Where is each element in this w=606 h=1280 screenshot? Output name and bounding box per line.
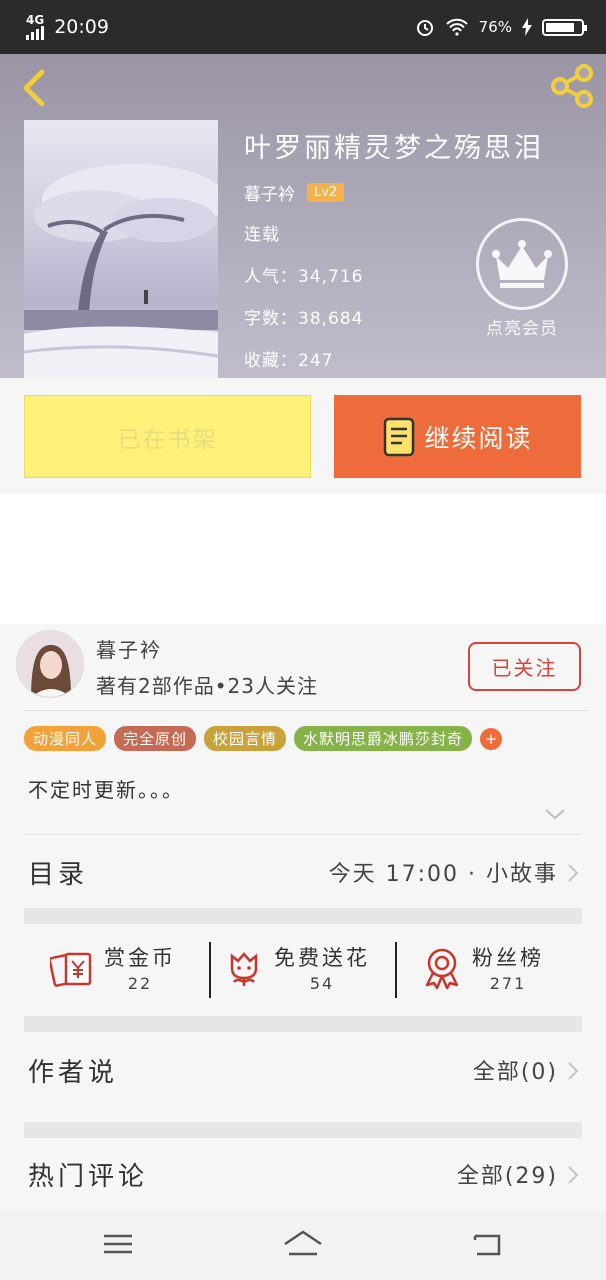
rewards-bar: 赏金币 22 免费送花 54 粉丝榜 271 — [0, 924, 606, 1016]
battery-icon — [542, 18, 587, 36]
cover-illustration — [24, 164, 218, 378]
word-count-stat: 字数：38,684 — [244, 304, 363, 329]
status-bar: 4G 20:09 76% — [0, 0, 606, 54]
vip-circle — [476, 218, 568, 310]
charging-icon — [522, 18, 532, 36]
section-divider — [24, 1016, 582, 1032]
alarm-icon — [416, 20, 433, 36]
favorites-value: 247 — [298, 351, 334, 371]
popularity-stat: 人气：34,716 — [244, 262, 363, 287]
send-flower-button[interactable]: 免费送花 54 — [224, 942, 370, 993]
level-badge: Lv2 — [307, 183, 345, 202]
return-icon[interactable] — [467, 1228, 507, 1260]
ribbon-medal-icon — [425, 948, 459, 989]
reward-label: 赏金币 — [104, 946, 176, 970]
chevron-right-icon — [568, 1062, 579, 1080]
tag-item[interactable]: 完全原创 — [114, 726, 197, 751]
tag-item[interactable]: 校园言情 — [204, 726, 287, 751]
home-icon[interactable] — [283, 1228, 323, 1260]
popularity-label: 人气： — [244, 267, 298, 287]
flower-icon — [230, 951, 258, 986]
author-says-link: 全部(0) — [472, 1060, 558, 1085]
section-divider — [24, 908, 582, 924]
chevron-right-icon — [568, 864, 579, 882]
book-cover[interactable] — [24, 120, 218, 378]
blank-area — [0, 494, 606, 624]
reward-label: 免费送花 — [274, 946, 370, 970]
section-divider — [24, 1122, 582, 1138]
battery-percent: 76% — [478, 18, 512, 36]
vip-label: 点亮会员 — [486, 319, 558, 339]
reward-label: 粉丝榜 — [472, 946, 544, 970]
menu-icon[interactable] — [98, 1228, 138, 1260]
more-tags-button[interactable]: + — [480, 727, 503, 750]
book-icon — [384, 417, 415, 456]
divider — [24, 710, 589, 711]
serial-status: 连载 — [244, 225, 280, 245]
book-author-line: 暮子衿 Lv2 — [244, 180, 345, 205]
book-title: 叶罗丽精灵梦之殇思泪 — [244, 133, 544, 164]
separator — [395, 942, 397, 998]
book-author[interactable]: 暮子衿 — [244, 180, 295, 205]
popularity-value: 34,716 — [298, 267, 364, 287]
author-says-row[interactable]: 作者说 全部(0) — [0, 1034, 606, 1104]
red-envelope-icon — [50, 952, 92, 987]
vip-member-button[interactable]: 点亮会员 — [474, 218, 570, 339]
signal-indicator: 4G — [26, 12, 45, 40]
divider — [24, 834, 582, 835]
tag-list: 动漫同人 完全原创 校园言情 水默明思爵冰鹏莎封奇 + — [24, 726, 503, 751]
back-arrow-icon[interactable] — [16, 66, 56, 110]
author-card: 暮子衿 著有2部作品•23人关注 已关注 — [0, 624, 606, 710]
reward-coins-button[interactable]: 赏金币 22 — [50, 942, 176, 993]
share-icon[interactable] — [548, 62, 596, 110]
catalog-row[interactable]: 目录 今天 17:00 · 小故事 — [0, 836, 606, 906]
network-type: 4G — [26, 12, 45, 27]
tag-item[interactable]: 水默明思爵冰鹏莎封奇 — [294, 726, 473, 751]
fan-ranking-button[interactable]: 粉丝榜 271 — [422, 942, 544, 993]
catalog-title: 目录 — [28, 860, 89, 890]
book-description: 不定时更新。。。 — [28, 778, 184, 802]
favorites-label: 收藏： — [244, 351, 298, 371]
favorites-stat: 收藏：247 — [244, 346, 333, 371]
continue-reading-label: 继续阅读 — [424, 423, 533, 453]
avatar[interactable] — [16, 630, 84, 698]
continue-reading-button[interactable]: 继续阅读 — [334, 395, 581, 478]
book-header: 叶罗丽精灵梦之殇思泪 暮子衿 Lv2 连载 人气：34,716 字数：38,68… — [0, 54, 606, 378]
author-says-title: 作者说 — [28, 1058, 119, 1088]
in-bookshelf-button[interactable]: 已在书架 — [24, 395, 311, 478]
action-bar: 已在书架 继续阅读 — [0, 378, 606, 494]
separator — [209, 942, 211, 998]
system-nav-bar — [0, 1210, 606, 1280]
reward-count: 22 — [127, 974, 153, 993]
latest-chapter: 今天 17:00 · 小故事 — [328, 862, 558, 887]
status-time: 20:09 — [54, 16, 109, 38]
author-name[interactable]: 暮子衿 — [96, 634, 162, 663]
crown-icon — [492, 240, 552, 288]
tag-item[interactable]: 动漫同人 — [24, 726, 107, 751]
wifi-icon — [445, 18, 468, 36]
chevron-down-icon[interactable] — [544, 806, 566, 822]
hot-comments-row[interactable]: 热门评论 全部(29) — [0, 1138, 606, 1208]
hot-comments-link: 全部(29) — [456, 1164, 558, 1189]
author-stats: 著有2部作品•23人关注 — [96, 674, 318, 698]
reward-count: 271 — [489, 974, 527, 993]
signal-bars-icon — [26, 25, 44, 40]
words-label: 字数： — [244, 309, 298, 329]
reward-count: 54 — [309, 974, 335, 993]
words-value: 38,684 — [298, 309, 364, 329]
hot-comments-title: 热门评论 — [28, 1162, 149, 1192]
chevron-right-icon — [568, 1166, 579, 1184]
followed-button[interactable]: 已关注 — [468, 642, 581, 691]
